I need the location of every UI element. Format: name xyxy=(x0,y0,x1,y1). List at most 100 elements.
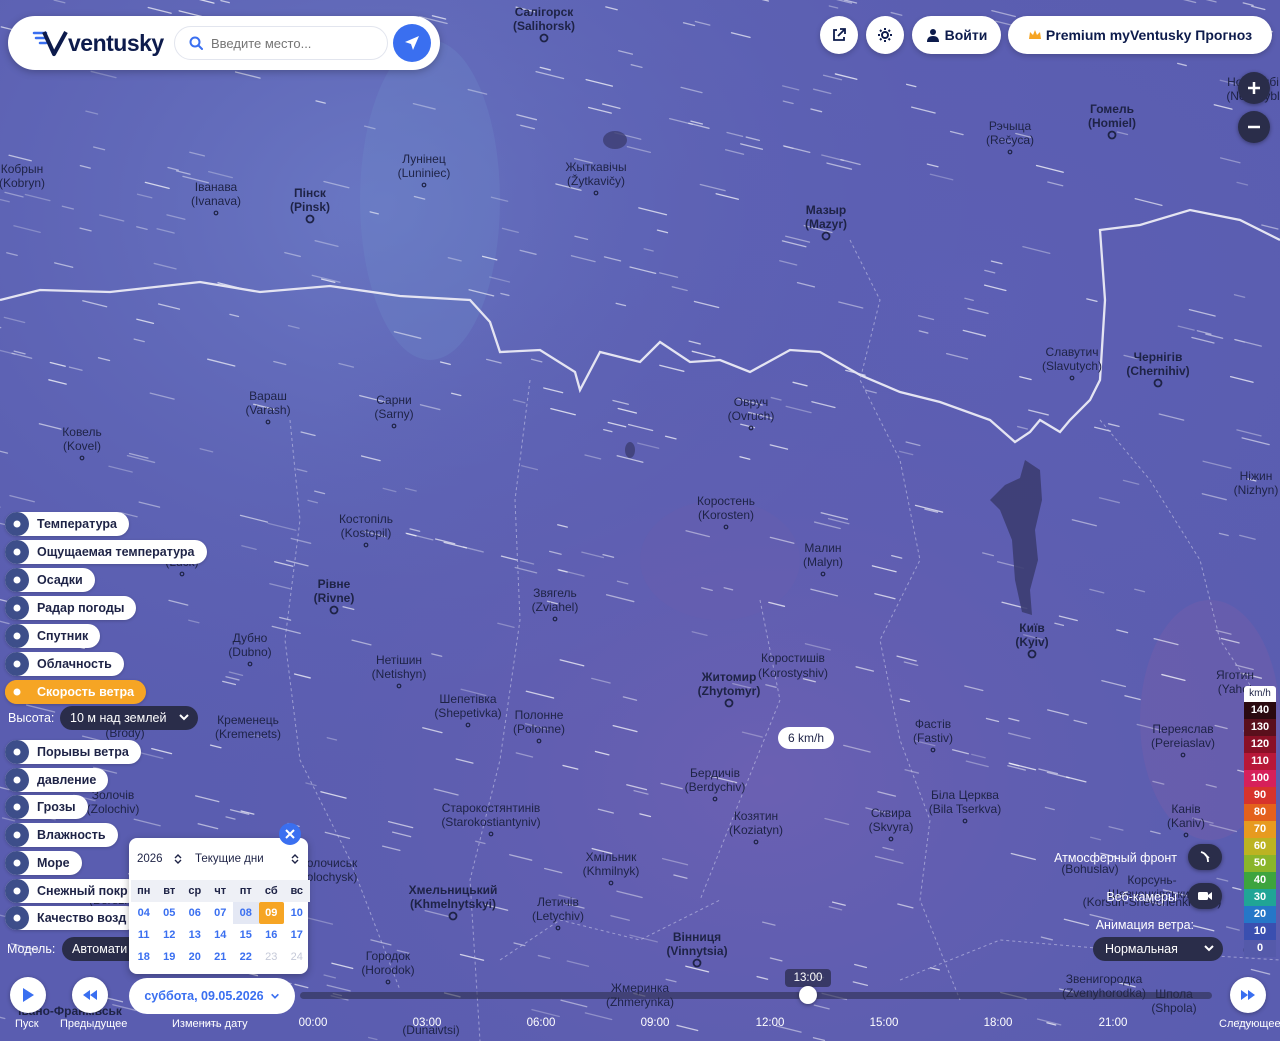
search-input[interactable] xyxy=(211,35,381,51)
timeline-tick[interactable]: 12:00 xyxy=(756,1017,785,1029)
close-calendar-button[interactable] xyxy=(279,823,301,845)
layer-item[interactable]: Качество возд xyxy=(5,906,139,930)
premium-button[interactable]: Premium myVentusky Прогноз xyxy=(1008,16,1272,54)
login-button[interactable]: Войти xyxy=(912,16,1001,54)
city-marker[interactable]: Кременець(Kremenets) xyxy=(215,713,281,741)
layer-item[interactable]: Ощущаемая температура xyxy=(5,540,207,564)
search-box[interactable] xyxy=(174,26,388,60)
previous-label: Предыдущее xyxy=(60,1018,128,1030)
year-select[interactable]: 2026 xyxy=(137,853,195,865)
layer-item[interactable]: Грозы xyxy=(5,795,88,819)
timeline-tick[interactable]: 15:00 xyxy=(870,1017,899,1029)
calendar-day[interactable]: 12 xyxy=(157,924,183,946)
city-latin-name: (Mazyr) xyxy=(805,217,847,231)
chevron-down-icon xyxy=(270,993,279,999)
timeline-thumb[interactable] xyxy=(799,986,817,1004)
city-latin-name: (Zolochiv) xyxy=(87,802,140,816)
calendar-day[interactable]: 20 xyxy=(182,946,208,968)
city-latin-name: (Kaniv) xyxy=(1167,816,1205,830)
calendar-day[interactable]: 14 xyxy=(208,924,234,946)
calendar-day[interactable]: 06 xyxy=(182,902,208,924)
city-marker[interactable]: Коростишів xyxy=(761,651,825,665)
minus-icon xyxy=(1248,125,1260,129)
ventusky-logo[interactable]: ventusky xyxy=(32,28,164,58)
city-latin-name: (Fastiv) xyxy=(913,731,953,745)
timeline-track[interactable] xyxy=(300,992,1212,999)
timeline-tick[interactable]: 06:00 xyxy=(527,1017,556,1029)
weekday-header: сб xyxy=(258,880,284,902)
layer-item[interactable]: Температура xyxy=(5,512,129,536)
city-latin-name: (Kyiv) xyxy=(1015,635,1048,649)
city-marker[interactable]: олочиськolochysk) xyxy=(307,856,358,884)
layer-item[interactable]: Скорость ветра xyxy=(5,680,147,704)
timeline-tick[interactable]: 18:00 xyxy=(984,1017,1013,1029)
next-button[interactable] xyxy=(1230,977,1266,1013)
city-name: Летичів xyxy=(537,895,579,909)
change-date-button[interactable]: суббота, 09.05.2026 xyxy=(129,978,295,1014)
legend-step: 0 xyxy=(1244,940,1276,957)
calendar-day[interactable]: 21 xyxy=(208,946,234,968)
calendar-grid: пн вт ср чт пт сб вс 04 05 06 07 08 09 10 11 12 13 14 15 16… xyxy=(129,880,310,968)
timeline-tick[interactable]: 03:00 xyxy=(413,1017,442,1029)
change-date-label: Изменить дату xyxy=(172,1018,248,1030)
wind-animation-select[interactable]: Нормальная xyxy=(1093,937,1223,961)
timeline-tick[interactable]: 00:00 xyxy=(299,1017,328,1029)
layer-item[interactable]: Снежный покр xyxy=(5,879,140,903)
legend-step: 130 xyxy=(1244,719,1276,736)
legend-step: 140 xyxy=(1244,702,1276,719)
webcams-toggle[interactable] xyxy=(1188,883,1222,909)
calendar-day[interactable]: 16 xyxy=(259,924,285,946)
share-button[interactable] xyxy=(820,16,858,54)
zoom-out-button[interactable] xyxy=(1238,111,1270,143)
zoom-in-button[interactable] xyxy=(1238,72,1270,104)
city-marker[interactable]: Золочів(Zolochiv) xyxy=(87,788,140,816)
timeline-tick[interactable]: 09:00 xyxy=(641,1017,670,1029)
play-button[interactable] xyxy=(10,977,46,1013)
range-mode-select[interactable]: Текущие дни xyxy=(195,853,300,865)
height-select[interactable]: 10 м над землей xyxy=(60,706,198,730)
legend-step: 120 xyxy=(1244,736,1276,753)
city-name: Іванава xyxy=(195,180,238,194)
calendar-day[interactable]: 07 xyxy=(208,902,234,924)
legend-step: 70 xyxy=(1244,821,1276,838)
layer-item[interactable]: Радар погоды xyxy=(5,596,137,620)
calendar-day[interactable]: 15 xyxy=(233,924,259,946)
calendar-day[interactable]: 11 xyxy=(131,924,157,946)
legend-unit: km/h xyxy=(1244,686,1276,702)
atmospheric-front-toggle[interactable] xyxy=(1188,844,1222,870)
calendar-day[interactable]: 22 xyxy=(233,946,259,968)
calendar-day[interactable]: 09 xyxy=(258,902,284,924)
settings-button[interactable] xyxy=(866,16,904,54)
city-latin-name: (Ovruch) xyxy=(728,409,775,423)
city-marker[interactable]: Кобрын(Kobryn) xyxy=(0,162,45,190)
calendar-day[interactable]: 05 xyxy=(157,902,183,924)
previous-button[interactable] xyxy=(72,977,108,1013)
layer-item[interactable]: Облачность xyxy=(5,652,124,676)
timeline-tick[interactable]: 21:00 xyxy=(1099,1017,1128,1029)
city-latin-name: (Kovel) xyxy=(63,439,101,453)
weekday-header: ср xyxy=(182,880,208,902)
layer-item[interactable]: Спутник xyxy=(5,624,101,648)
layer-item[interactable]: Влажность xyxy=(5,823,118,847)
city-name: Нетішин xyxy=(376,653,422,667)
layer-label: Ощущаемая температура xyxy=(37,545,195,559)
calendar-day[interactable]: 04 xyxy=(131,902,157,924)
layer-item[interactable]: давление xyxy=(5,768,109,792)
layer-item[interactable]: Осадки xyxy=(5,568,95,592)
city-latin-name: (Koziatyn) xyxy=(729,823,783,837)
calendar-day[interactable]: 17 xyxy=(284,924,310,946)
snowflake-icon xyxy=(5,879,29,903)
layer-item[interactable]: Море xyxy=(5,851,82,875)
locate-button[interactable] xyxy=(393,24,431,62)
calendar-day[interactable]: 13 xyxy=(182,924,208,946)
year-value: 2026 xyxy=(137,853,163,865)
calendar-day[interactable]: 08 xyxy=(233,902,259,924)
calendar-day[interactable]: 10 xyxy=(284,902,310,924)
city-marker[interactable]: Ніжин(Nizhyn) xyxy=(1234,469,1279,497)
calendar-day[interactable]: 19 xyxy=(157,946,183,968)
layer-item[interactable]: Порывы ветра xyxy=(5,740,141,764)
calendar-day[interactable]: 18 xyxy=(131,946,157,968)
city-marker[interactable]: (Korostyshiv) xyxy=(758,666,828,680)
wind-icon xyxy=(5,680,29,704)
city-name: Звенигородка xyxy=(1066,972,1143,986)
